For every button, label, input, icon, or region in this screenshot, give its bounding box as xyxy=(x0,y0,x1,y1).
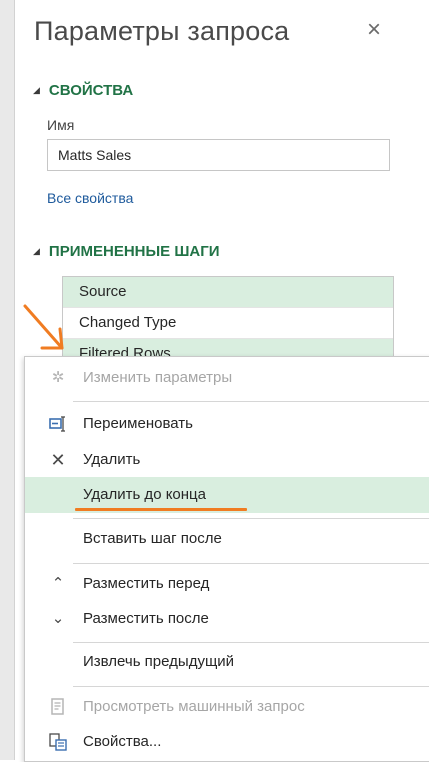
close-icon[interactable]: × xyxy=(367,18,381,42)
orange-annotation-arrow-icon xyxy=(23,304,64,350)
left-window-strip xyxy=(0,0,14,760)
properties-section-header[interactable]: ◢ СВОЙСТВА xyxy=(33,82,133,99)
name-input[interactable] xyxy=(47,139,390,171)
menu-item-delete[interactable]: ✕ Удалить xyxy=(25,442,429,478)
applied-steps-heading: ПРИМЕНЕННЫЕ ШАГИ xyxy=(48,243,220,260)
menu-separator xyxy=(73,686,429,687)
menu-item-insert-step-after[interactable]: Вставить шаг после xyxy=(25,521,429,557)
chevron-up-icon: ⌃ xyxy=(51,575,65,592)
native-query-icon xyxy=(47,689,69,725)
rename-icon xyxy=(47,406,69,442)
name-label: Имя xyxy=(47,117,75,133)
menu-item-edit-settings[interactable]: ✲ Изменить параметры xyxy=(25,360,429,396)
menu-item-move-up[interactable]: ⌃ Разместить перед xyxy=(25,566,429,602)
step-changed-type[interactable]: Changed Type xyxy=(63,308,393,339)
menu-separator xyxy=(73,642,429,643)
collapse-triangle-icon[interactable]: ◢ xyxy=(33,246,40,256)
applied-steps-section-header[interactable]: ◢ ПРИМЕНЕННЫЕ ШАГИ xyxy=(33,243,220,260)
properties-icon xyxy=(47,724,69,760)
gear-icon: ✲ xyxy=(51,369,65,386)
left-window-border xyxy=(14,0,15,760)
collapse-triangle-icon[interactable]: ◢ xyxy=(33,85,40,95)
properties-heading: СВОЙСТВА xyxy=(48,82,134,99)
menu-item-extract-previous[interactable]: Извлечь предыдущий xyxy=(25,644,429,680)
menu-item-rename[interactable]: Переименовать xyxy=(25,406,429,442)
menu-item-properties[interactable]: Свойства... xyxy=(25,724,429,760)
menu-separator xyxy=(73,518,429,519)
step-source[interactable]: Source xyxy=(63,277,393,308)
orange-underline-annotation xyxy=(75,508,247,511)
pane-title: Параметры запроса xyxy=(34,16,290,46)
delete-x-icon: ✕ xyxy=(50,450,66,470)
menu-item-move-down[interactable]: ⌄ Разместить после xyxy=(25,601,429,637)
menu-separator xyxy=(73,563,429,564)
chevron-down-icon: ⌄ xyxy=(51,610,65,627)
step-context-menu: ✲ Изменить параметры Переименовать ✕ Уда… xyxy=(24,356,429,762)
applied-steps-list: Source Changed Type Filtered Rows xyxy=(62,276,394,362)
menu-separator xyxy=(73,401,429,402)
menu-item-view-native-query[interactable]: Просмотреть машинный запрос xyxy=(25,689,429,725)
all-properties-link[interactable]: Все свойства xyxy=(47,190,133,206)
